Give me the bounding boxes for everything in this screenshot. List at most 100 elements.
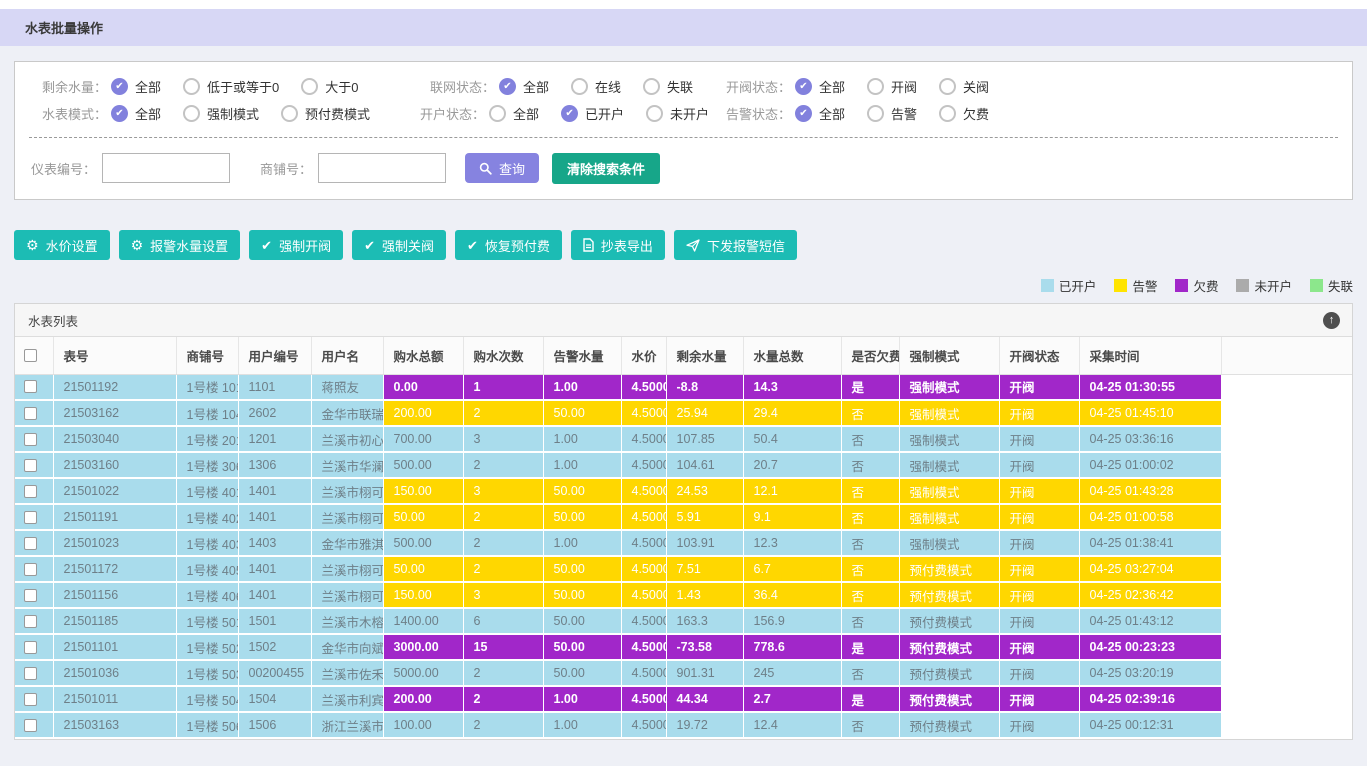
action-button-6[interactable]: 抄表导出 bbox=[571, 230, 665, 260]
radio-unchecked-icon bbox=[301, 78, 318, 95]
cell: 预付费模式 bbox=[899, 660, 999, 686]
cell: 0.00 bbox=[383, 374, 463, 400]
row-checkbox[interactable] bbox=[24, 537, 37, 550]
row-checkbox[interactable] bbox=[24, 485, 37, 498]
cell: 200.00 bbox=[383, 686, 463, 712]
table-row: 215031601号楼 3061306兰溪市华澜工500.0021.004.50… bbox=[15, 452, 1352, 478]
filter-panel: 剩余水量：✔全部低于或等于0大于0联网状态：✔全部在线失联开阀状态：✔全部开阀关… bbox=[14, 61, 1353, 200]
radio-option[interactable]: 欠费 bbox=[939, 104, 989, 123]
radio-option-label: 全部 bbox=[523, 77, 549, 96]
cell: 163.3 bbox=[666, 608, 743, 634]
table-row: 215031621号楼 1042602金华市联瑞工200.00250.004.5… bbox=[15, 400, 1352, 426]
cell: 4.5000 bbox=[621, 400, 666, 426]
cell: 21501011 bbox=[53, 686, 176, 712]
legend-color-swatch bbox=[1041, 279, 1054, 292]
table-row: 215010221号楼 4011401兰溪市栩可锁150.00350.004.5… bbox=[15, 478, 1352, 504]
action-button-label: 下发报警短信 bbox=[707, 236, 785, 255]
radio-option[interactable]: 强制模式 bbox=[183, 104, 259, 123]
column-header: 商铺号 bbox=[176, 337, 238, 374]
radio-option[interactable]: 告警 bbox=[867, 104, 917, 123]
row-checkbox[interactable] bbox=[24, 719, 37, 732]
legend-color-swatch bbox=[1175, 279, 1188, 292]
filter-rows: 剩余水量：✔全部低于或等于0大于0联网状态：✔全部在线失联开阀状态：✔全部开阀关… bbox=[15, 73, 1352, 127]
filler-cell bbox=[1221, 582, 1352, 608]
cell: 强制模式 bbox=[899, 504, 999, 530]
radio-option-label: 告警 bbox=[891, 104, 917, 123]
table-row: 215031631号楼 5061506浙江兰溪市汇100.0021.004.50… bbox=[15, 712, 1352, 738]
radio-option[interactable]: ✔全部 bbox=[795, 104, 845, 123]
radio-option[interactable]: ✔全部 bbox=[499, 77, 549, 96]
cell: 1号楼 101 bbox=[176, 374, 238, 400]
row-checkbox[interactable] bbox=[24, 667, 37, 680]
row-checkbox-cell bbox=[15, 504, 53, 530]
row-checkbox[interactable] bbox=[24, 433, 37, 446]
radio-option[interactable]: ✔全部 bbox=[795, 77, 845, 96]
action-button-label: 强制开阀 bbox=[279, 236, 331, 255]
cell: 04-25 01:30:55 bbox=[1079, 374, 1221, 400]
table-row: 215011011号楼 5021502金华市向斌工3000.001550.004… bbox=[15, 634, 1352, 660]
cell: 1号楼 403 bbox=[176, 530, 238, 556]
cell: 2 bbox=[463, 712, 543, 738]
row-checkbox[interactable] bbox=[24, 563, 37, 576]
cell: 开阀 bbox=[999, 374, 1079, 400]
radio-option[interactable]: 失联 bbox=[643, 77, 693, 96]
cell: 04-25 01:00:58 bbox=[1079, 504, 1221, 530]
action-button-5[interactable]: ✔恢复预付费 bbox=[455, 230, 562, 260]
action-button-label: 水价设置 bbox=[46, 236, 98, 255]
collapse-up-icon[interactable]: ↑ bbox=[1323, 312, 1340, 329]
action-button-3[interactable]: ✔强制开阀 bbox=[249, 230, 343, 260]
filler-cell bbox=[1221, 374, 1352, 400]
cell: 金华市联瑞工 bbox=[311, 400, 383, 426]
row-checkbox[interactable] bbox=[24, 459, 37, 472]
meter-no-input[interactable] bbox=[102, 153, 230, 183]
cell: 21501022 bbox=[53, 478, 176, 504]
cell: 50.4 bbox=[743, 426, 841, 452]
row-checkbox[interactable] bbox=[24, 693, 37, 706]
shop-no-input[interactable] bbox=[318, 153, 446, 183]
action-button-1[interactable]: ⚙水价设置 bbox=[14, 230, 110, 260]
row-checkbox[interactable] bbox=[24, 589, 37, 602]
clear-search-button[interactable]: 清除搜索条件 bbox=[552, 153, 660, 184]
radio-option[interactable]: ✔全部 bbox=[111, 77, 161, 96]
row-checkbox-cell bbox=[15, 530, 53, 556]
radio-option[interactable]: 预付费模式 bbox=[281, 104, 370, 123]
radio-option-label: 全部 bbox=[513, 104, 539, 123]
cell: 50.00 bbox=[543, 660, 621, 686]
action-button-7[interactable]: 下发报警短信 bbox=[674, 230, 797, 260]
row-checkbox[interactable] bbox=[24, 380, 37, 393]
search-row: 仪表编号： 商铺号： 查询 清除搜索条件 bbox=[15, 152, 1352, 184]
row-checkbox[interactable] bbox=[24, 407, 37, 420]
row-checkbox[interactable] bbox=[24, 641, 37, 654]
cell: 1.00 bbox=[543, 712, 621, 738]
row-checkbox[interactable] bbox=[24, 511, 37, 524]
radio-option[interactable]: 低于或等于0 bbox=[183, 77, 279, 96]
radio-option[interactable]: ✔已开户 bbox=[561, 104, 624, 123]
radio-checked-icon: ✔ bbox=[111, 78, 128, 95]
meter-table-panel: 水表列表 ↑ 表号商铺号用户编号用户名购水总额购水次数告警水量水价剩余水量水量总… bbox=[14, 303, 1353, 740]
cell: 开阀 bbox=[999, 556, 1079, 582]
radio-unchecked-icon bbox=[867, 78, 884, 95]
table-row: 215011851号楼 5011501兰溪市木榕服1400.00650.004.… bbox=[15, 608, 1352, 634]
select-all-checkbox[interactable] bbox=[24, 349, 37, 362]
radio-option[interactable]: 在线 bbox=[571, 77, 621, 96]
radio-option[interactable]: ✔全部 bbox=[111, 104, 161, 123]
query-button[interactable]: 查询 bbox=[465, 153, 539, 183]
radio-option[interactable]: 大于0 bbox=[301, 77, 358, 96]
cell: 是 bbox=[841, 634, 899, 660]
filter-group: 开阀状态：✔全部开阀关阀 bbox=[715, 77, 1336, 96]
panel-title: 水表列表 bbox=[28, 311, 78, 330]
cell: 50.00 bbox=[543, 582, 621, 608]
shop-no-label: 商铺号： bbox=[260, 159, 312, 178]
cell: 150.00 bbox=[383, 478, 463, 504]
cell: 开阀 bbox=[999, 660, 1079, 686]
radio-option[interactable]: 开阀 bbox=[867, 77, 917, 96]
radio-option[interactable]: 关阀 bbox=[939, 77, 989, 96]
dashed-divider bbox=[29, 137, 1338, 138]
cell: 兰溪市栩可锁 bbox=[311, 504, 383, 530]
row-checkbox[interactable] bbox=[24, 615, 37, 628]
table-row: 215011721号楼 4051401兰溪市栩可锁50.00250.004.50… bbox=[15, 556, 1352, 582]
action-button-4[interactable]: ✔强制关阀 bbox=[352, 230, 446, 260]
radio-option[interactable]: 未开户 bbox=[646, 104, 709, 123]
radio-option[interactable]: 全部 bbox=[489, 104, 539, 123]
action-button-2[interactable]: ⚙报警水量设置 bbox=[119, 230, 241, 260]
